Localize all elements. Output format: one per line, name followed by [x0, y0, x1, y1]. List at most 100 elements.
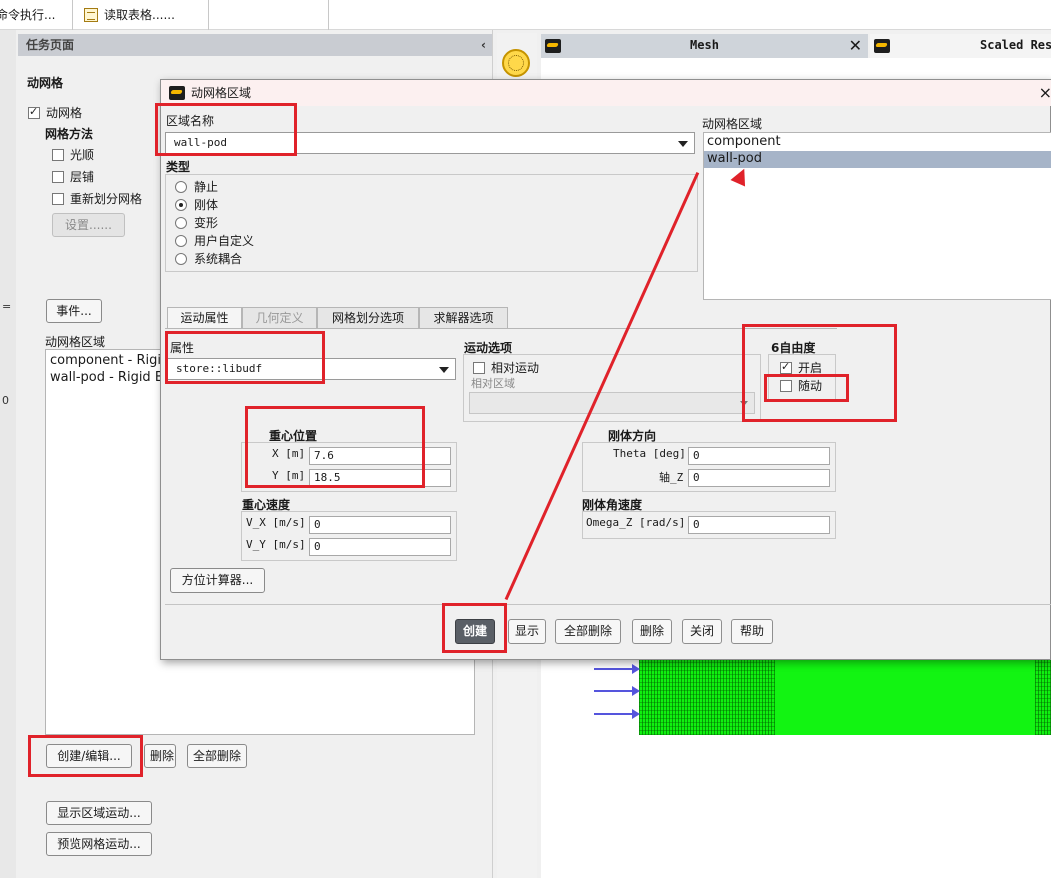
zones-list-label: 动网格区域 — [702, 117, 763, 131]
vx-label: V_X [m/s] — [246, 516, 306, 529]
type-stationary-radio[interactable]: 静止 — [175, 178, 218, 195]
method-label: 光顺 — [70, 148, 95, 162]
type-user-defined-radio[interactable]: 用户自定义 — [175, 232, 254, 249]
dynamic-mesh-label: 动网格 — [46, 106, 83, 120]
chevron-down-icon — [678, 141, 688, 147]
checkbox-icon — [52, 193, 64, 205]
help-button[interactable]: 帮助 — [731, 619, 773, 644]
mesh-region-fine — [775, 655, 1035, 735]
collapse-icon[interactable]: ‹ — [481, 34, 486, 56]
tab-mesh[interactable]: Mesh ✕ — [541, 34, 868, 58]
method-remeshing-checkbox[interactable]: 重新划分网格 — [52, 190, 142, 207]
vy-input[interactable]: 0 — [309, 538, 451, 556]
checkbox-icon — [473, 362, 485, 374]
annotation-box-properties — [165, 331, 325, 384]
radio-icon — [175, 235, 187, 247]
omega-label: Omega_Z [rad/s] — [586, 516, 686, 529]
dialog-divider — [165, 604, 1051, 605]
tab-geometry-definition[interactable]: 几何定义 — [242, 307, 317, 329]
task-page-title: 任务页面 — [26, 38, 75, 52]
theta-label: Theta [deg] — [613, 447, 686, 460]
list-item-selected[interactable]: wall-pod — [704, 151, 1051, 168]
fluent-logo-icon — [874, 39, 890, 53]
delete-button[interactable]: 删除 — [144, 744, 176, 768]
preview-mesh-motion-button[interactable]: 预览网格运动... — [46, 832, 152, 856]
ball-icon[interactable] — [502, 49, 530, 77]
task-page-header: 任务页面 ‹ — [18, 34, 492, 56]
method-smoothing-checkbox[interactable]: 光顺 — [52, 146, 94, 163]
display-zone-motion-button[interactable]: 显示区域运动... — [46, 801, 152, 825]
delete-all-button[interactable]: 全部删除 — [555, 619, 621, 644]
events-button[interactable]: 事件... — [46, 299, 102, 323]
command-exec-label: 命令执行... — [0, 8, 56, 22]
delete-all-button[interactable]: 全部删除 — [187, 744, 247, 768]
relative-motion-checkbox[interactable]: 相对运动 — [473, 359, 539, 376]
checkbox-checked-icon — [28, 105, 40, 119]
zones-list[interactable]: component wall-pod — [703, 132, 1051, 300]
relative-motion-text: 相对运动 — [491, 361, 540, 375]
axis-z-input[interactable]: 0 — [688, 469, 830, 487]
annotation-box-cg-position — [245, 406, 425, 488]
radio-selected-icon — [175, 199, 187, 211]
type-label-text: 静止 — [194, 180, 219, 194]
vy-label: V_Y [m/s] — [246, 538, 306, 551]
relative-zone-dropdown[interactable] — [469, 392, 755, 414]
type-rigid-body-radio[interactable]: 刚体 — [175, 196, 218, 213]
toolbar-divider — [328, 0, 329, 30]
toolbar-divider — [72, 0, 73, 30]
zones-label: 动网格区域 — [45, 335, 106, 349]
velocity-arrow-icon — [594, 664, 640, 674]
command-exec-button[interactable]: 命令执行... — [0, 4, 55, 26]
annotation-box-create-edit — [28, 735, 143, 777]
type-system-coupling-radio[interactable]: 系统耦合 — [175, 250, 242, 267]
close-icon[interactable]: × — [1039, 80, 1051, 106]
axis-z-label: 轴_Z — [659, 471, 684, 484]
velocity-arrow-icon — [594, 709, 640, 719]
left-strip-text: 0 — [2, 394, 9, 407]
tab-motion-attributes[interactable]: 运动属性 — [167, 307, 242, 329]
fluent-logo-icon — [169, 86, 185, 100]
vx-input[interactable]: 0 — [309, 516, 451, 534]
close-icon[interactable]: ✕ — [849, 36, 862, 55]
method-layering-checkbox[interactable]: 层铺 — [52, 168, 94, 185]
type-label-text: 系统耦合 — [194, 252, 243, 266]
left-strip-text: = — [2, 300, 12, 313]
radio-icon — [175, 217, 187, 229]
read-table-label: 读取表格...... — [104, 8, 175, 22]
radio-icon — [175, 181, 187, 193]
orientation-calculator-button[interactable]: 方位计算器... — [170, 568, 265, 593]
toolbar-divider — [208, 0, 209, 30]
list-item[interactable]: component — [707, 134, 781, 149]
omega-input[interactable]: 0 — [688, 516, 830, 534]
delete-button[interactable]: 删除 — [632, 619, 672, 644]
dynamic-mesh-checkbox[interactable]: 动网格 — [28, 104, 82, 121]
type-label-text: 用户自定义 — [194, 234, 255, 248]
type-deforming-radio[interactable]: 变形 — [175, 214, 218, 231]
settings-button[interactable]: 设置...... — [52, 213, 125, 237]
section-title: 动网格 — [27, 76, 64, 90]
dialog-title: 动网格区域 — [191, 86, 252, 100]
type-label: 类型 — [166, 160, 191, 174]
annotation-box-passive — [764, 374, 849, 402]
tab-solver-options[interactable]: 求解器选项 — [419, 307, 508, 329]
tab-scaled-label: Scaled Res — [980, 38, 1051, 52]
tab-scaled-residuals[interactable]: Scaled Res — [870, 34, 1051, 58]
checkbox-icon — [52, 149, 64, 161]
display-button[interactable]: 显示 — [508, 619, 546, 644]
theta-input[interactable]: 0 — [688, 447, 830, 465]
table-icon — [84, 8, 98, 22]
annotation-box-zone-name — [155, 103, 297, 156]
mesh-method-label: 网格方法 — [45, 127, 94, 141]
radio-icon — [175, 253, 187, 265]
close-button[interactable]: 关闭 — [682, 619, 722, 644]
checkbox-icon — [52, 171, 64, 183]
type-label-text: 刚体 — [194, 198, 219, 212]
annotation-box-six-dof — [742, 324, 897, 422]
method-label: 层铺 — [70, 170, 95, 184]
read-table-button[interactable]: 读取表格...... — [84, 4, 175, 26]
tab-meshing-options[interactable]: 网格划分选项 — [317, 307, 419, 329]
tab-mesh-label: Mesh — [690, 38, 719, 52]
annotation-box-create — [442, 603, 507, 653]
chevron-down-icon — [439, 367, 449, 373]
left-edge-strip: = 0 — [0, 30, 16, 878]
